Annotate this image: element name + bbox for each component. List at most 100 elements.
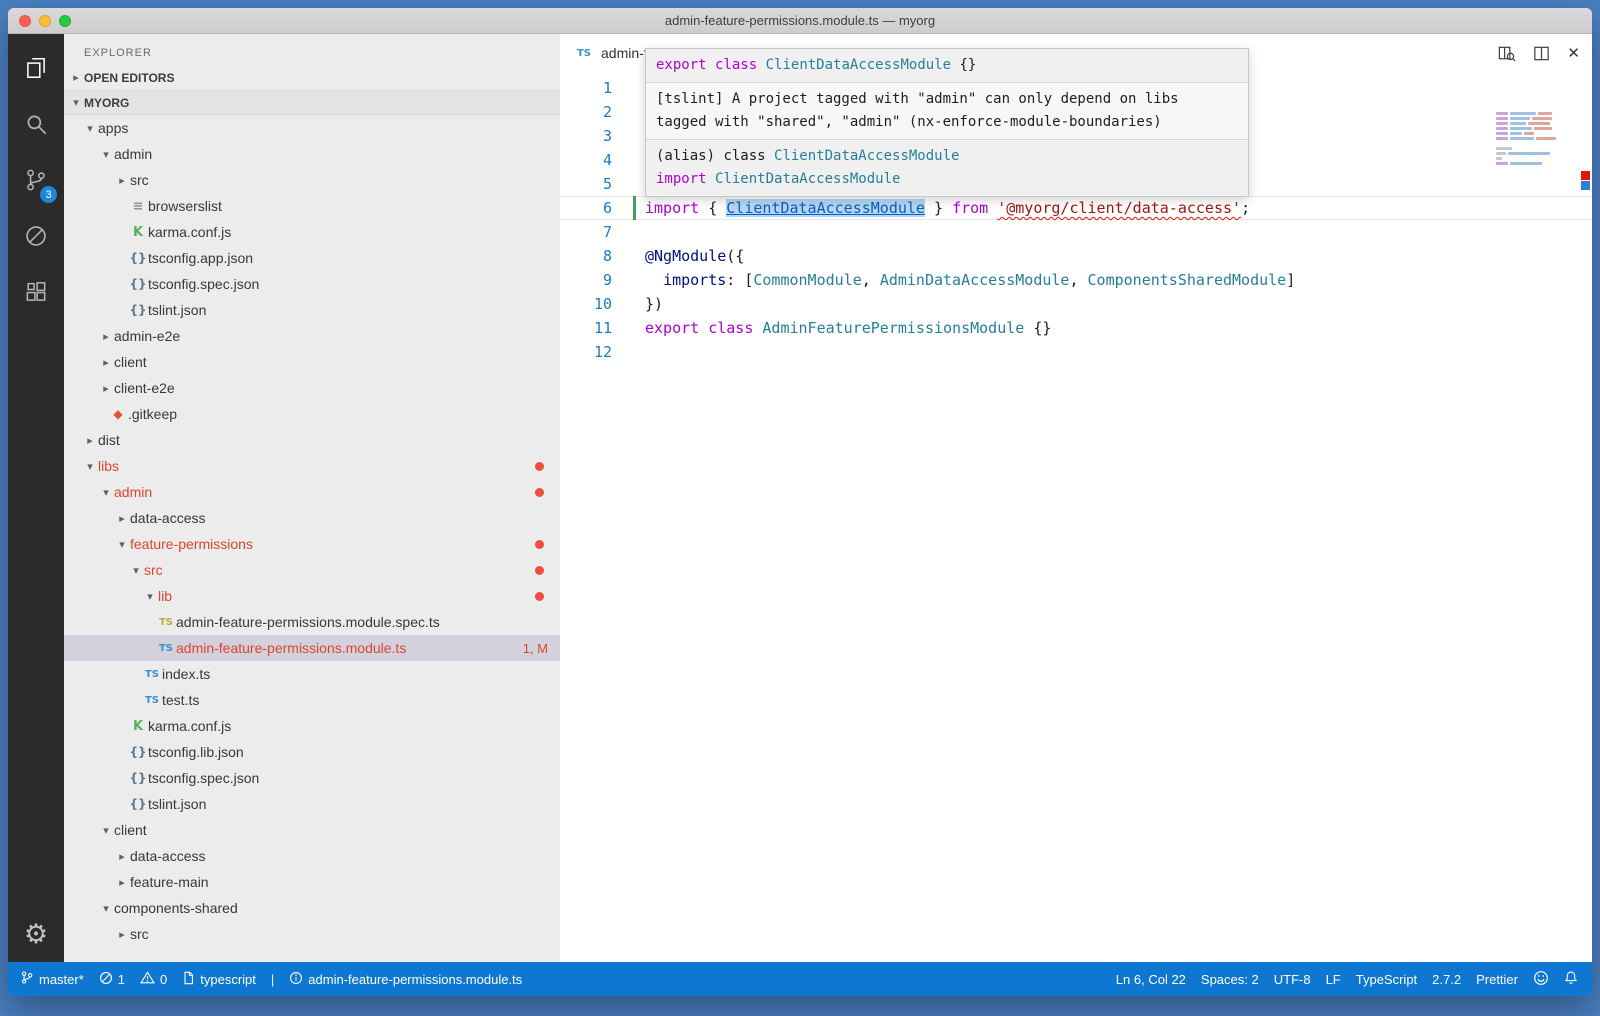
code-line-7[interactable]: 7 [560,220,1592,244]
title-bar: admin-feature-permissions.module.ts — my… [8,8,1592,34]
statusbar-item-info[interactable]: admin-feature-permissions.module.ts [289,971,522,988]
token [645,271,663,289]
root-folder-label: MYORG [84,96,129,110]
tree-item-data-access[interactable]: ▸data-access [64,843,560,869]
tree-item-admin[interactable]: ▾admin [64,479,560,505]
statusbar-item-smiley[interactable] [1533,970,1549,989]
tree-item-client-e2e[interactable]: ▸client-e2e [64,375,560,401]
minimap-segment [1510,122,1526,125]
tree-item-tsconfig-spec-json[interactable]: {}tsconfig.spec.json [64,271,560,297]
statusbar-item-branch[interactable]: master* [20,970,84,988]
minimap-row [1496,132,1564,135]
tree-item-index-ts[interactable]: TSindex.ts [64,661,560,687]
tree-item-karma-conf-js[interactable]: Kkarma.conf.js [64,219,560,245]
branch-icon [20,970,34,988]
close-window-button[interactable] [19,15,31,27]
tree-item--gitkeep[interactable]: ◆.gitkeep [64,401,560,427]
tree-item-src[interactable]: ▸src [64,167,560,193]
chevron-right-icon: ▸ [98,382,114,395]
token: ; [1241,199,1250,217]
statusbar-item-doc[interactable]: typescript [182,971,256,988]
tree-item-src[interactable]: ▾src [64,557,560,583]
line-number: 8 [560,244,612,268]
tree-item-tslint-json[interactable]: {}tslint.json [64,791,560,817]
code-line-11[interactable]: 11export class AdminFeaturePermissionsMo… [560,316,1592,340]
tree-item-data-access[interactable]: ▸data-access [64,505,560,531]
activitybar-extensions[interactable] [8,266,64,322]
root-folder-section[interactable]: ▾ MYORG [64,90,560,115]
code-line-9[interactable]: 9 imports: [CommonModule, AdminDataAcces… [560,268,1592,292]
code-line-8[interactable]: 8@NgModule({ [560,244,1592,268]
tree-item-tsconfig-app-json[interactable]: {}tsconfig.app.json [64,245,560,271]
tree-item-client[interactable]: ▸client [64,349,560,375]
tree-item-admin-feature-permissions-module-spec-ts[interactable]: TSadmin-feature-permissions.module.spec.… [64,609,560,635]
tree-item-label: lib [158,588,172,604]
chevron-down-icon: ▾ [68,96,84,109]
tree-item-browserslist[interactable]: ≡browserslist [64,193,560,219]
token: AdminDataAccessModule [880,271,1070,289]
tree-item-feature-permissions[interactable]: ▾feature-permissions [64,531,560,557]
code-line-6[interactable]: 6import { ClientDataAccessModule } from … [560,196,1592,220]
statusbar-item-label: 1 [118,972,125,987]
minimap-row [1496,157,1564,160]
statusbar-item[interactable]: 2.7.2 [1432,972,1461,987]
tree-item-apps[interactable]: ▾apps [64,115,560,141]
statusbar-item-warning[interactable]: 0 [140,971,167,987]
tree-item-libs[interactable]: ▾libs [64,453,560,479]
info-marker [1581,181,1590,190]
tree-item-label: feature-permissions [130,536,253,552]
minimap[interactable] [1496,112,1564,172]
hover-alias-info: (alias) class ClientDataAccessModuleimpo… [646,139,1248,196]
activitybar-search[interactable] [8,98,64,154]
statusbar-item[interactable]: Prettier [1476,972,1518,987]
statusbar-item[interactable]: UTF-8 [1274,972,1311,987]
tree-item-tsconfig-lib-json[interactable]: {}tsconfig.lib.json [64,739,560,765]
tree-item-dist[interactable]: ▸dist [64,427,560,453]
split-editor-icon[interactable] [1532,44,1551,63]
chevron-right-icon: ▸ [82,434,98,447]
tree-item-karma-conf-js[interactable]: Kkarma.conf.js [64,713,560,739]
doc-icon [182,971,195,988]
token: , [1069,271,1087,289]
chevron-down-icon: ▾ [142,590,158,603]
activitybar-source-control[interactable]: 3 [8,154,64,210]
tree-item-lib[interactable]: ▾lib [64,583,560,609]
overview-ruler[interactable] [1578,34,1592,962]
statusbar-item[interactable]: Spaces: 2 [1201,972,1259,987]
tree-item-tsconfig-spec-json[interactable]: {}tsconfig.spec.json [64,765,560,791]
tree-item-components-shared[interactable]: ▾components-shared [64,895,560,921]
code-line-10[interactable]: 10}) [560,292,1592,316]
statusbar-item-bell[interactable] [1564,970,1578,988]
tree-item-admin-e2e[interactable]: ▸admin-e2e [64,323,560,349]
gear-icon[interactable]: ⚙ [24,919,48,950]
tree-item-tslint-json[interactable]: {}tslint.json [64,297,560,323]
token: CommonModule [753,271,861,289]
statusbar-item[interactable]: Ln 6, Col 22 [1116,972,1186,987]
statusbar-item[interactable]: TypeScript [1356,972,1417,987]
activitybar-explorer[interactable] [8,42,64,98]
statusbar-item[interactable]: LF [1326,972,1341,987]
tree-item-admin[interactable]: ▾admin [64,141,560,167]
chevron-down-icon: ▾ [82,460,98,473]
code-line-12[interactable]: 12 [560,340,1592,364]
minimap-segment [1510,112,1536,115]
activitybar-debug[interactable] [8,210,64,266]
tree-item-admin-feature-permissions-module-ts[interactable]: TSadmin-feature-permissions.module.ts1, … [64,635,560,661]
token: ] [1286,271,1295,289]
open-editors-section[interactable]: ▸ OPEN EDITORS [64,65,560,90]
tree-item-src[interactable]: ▸src [64,921,560,947]
statusbar-item-error[interactable]: 1 [99,971,125,988]
tree-item-client[interactable]: ▾client [64,817,560,843]
tree-item-test-ts[interactable]: TStest.ts [64,687,560,713]
open-changes-icon[interactable] [1497,44,1516,63]
code-area[interactable]: 123;4';56import { ClientDataAccessModule… [560,72,1592,962]
tslint-error-message: [tslint] A project tagged with "admin" c… [646,82,1248,139]
statusbar-item-label: 0 [160,972,167,987]
minimap-segment [1532,117,1552,120]
tree-item-feature-main[interactable]: ▸feature-main [64,869,560,895]
minimap-segment [1496,152,1506,155]
zoom-window-button[interactable] [59,15,71,27]
minimize-window-button[interactable] [39,15,51,27]
token: export [645,319,699,337]
minimap-segment [1510,162,1542,165]
